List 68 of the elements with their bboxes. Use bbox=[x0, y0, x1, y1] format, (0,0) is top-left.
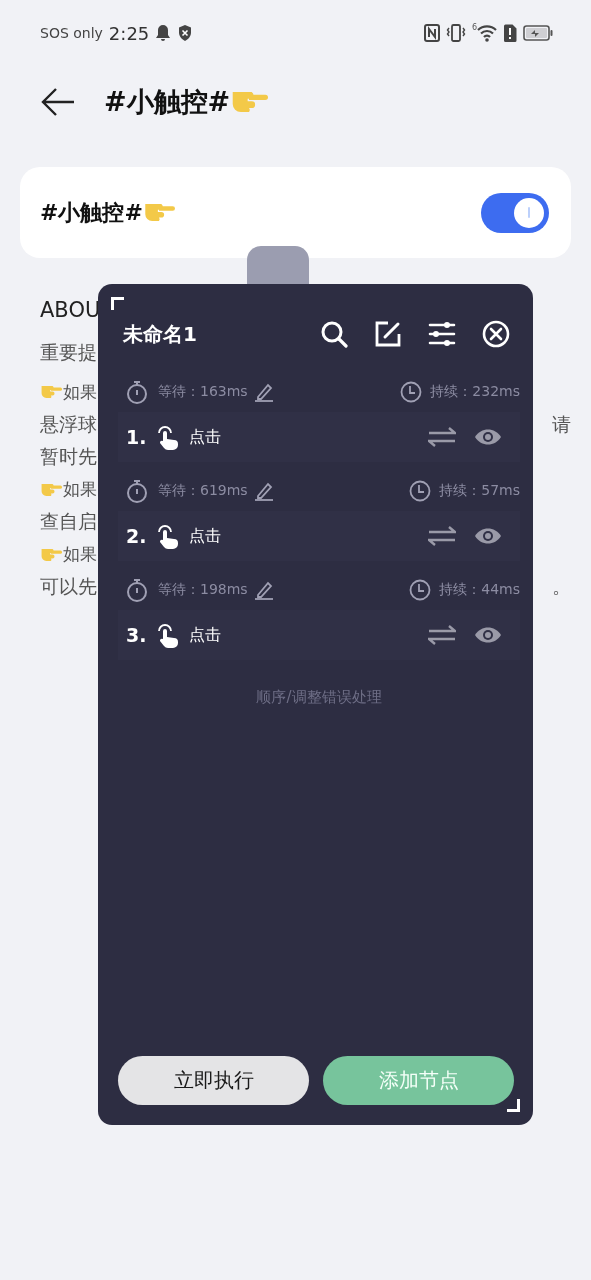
action-label: 点击 bbox=[189, 525, 221, 547]
page-title: #小触控# bbox=[104, 85, 231, 119]
toggle-switch[interactable] bbox=[481, 192, 549, 233]
action-label: 点击 bbox=[189, 624, 221, 646]
eye-icon[interactable] bbox=[474, 427, 502, 447]
sim-alert-icon bbox=[503, 24, 517, 42]
vibrate-icon bbox=[445, 23, 466, 43]
swap-icon[interactable] bbox=[428, 525, 456, 547]
wait-time: 等待：198ms bbox=[158, 581, 248, 599]
notice-text: 如果 bbox=[63, 380, 97, 404]
nfc-icon bbox=[423, 24, 440, 42]
notice-text: 悬浮球 bbox=[40, 411, 97, 437]
node-index: 1. bbox=[126, 426, 148, 448]
eye-icon[interactable] bbox=[474, 625, 502, 645]
wait-time: 等待：163ms bbox=[158, 383, 248, 401]
notice-text: 暂时先 bbox=[40, 444, 97, 470]
battery-icon bbox=[523, 25, 553, 41]
sliders-icon[interactable] bbox=[428, 320, 456, 348]
tap-hand-icon bbox=[155, 424, 181, 450]
eye-icon[interactable] bbox=[474, 526, 502, 546]
duration-time: 持续：44ms bbox=[439, 581, 520, 599]
corner-handle-icon[interactable] bbox=[111, 297, 124, 310]
edit-icon[interactable] bbox=[374, 320, 402, 348]
bell-icon bbox=[155, 24, 172, 42]
duration-time: 持续：57ms bbox=[439, 482, 520, 500]
stopwatch-icon bbox=[126, 578, 148, 602]
close-icon[interactable] bbox=[482, 320, 510, 348]
network-type-label: 6 bbox=[471, 24, 477, 32]
action-label: 点击 bbox=[189, 426, 221, 448]
notice-text: 请 bbox=[552, 411, 571, 437]
swap-icon[interactable] bbox=[428, 426, 456, 448]
clock-icon bbox=[409, 480, 432, 502]
corner-handle-icon[interactable] bbox=[507, 1099, 520, 1112]
shield-icon bbox=[177, 24, 194, 42]
notice-text: 查自启 bbox=[40, 509, 97, 535]
notice-text: 重要提 bbox=[40, 340, 97, 365]
wifi-icon bbox=[477, 24, 497, 42]
notice-text: 如果 bbox=[63, 543, 97, 567]
swap-icon[interactable] bbox=[428, 624, 456, 646]
pencil-icon[interactable] bbox=[253, 382, 274, 402]
node-row[interactable]: 3. 点击 bbox=[118, 610, 520, 660]
wait-time: 等待：619ms bbox=[158, 482, 248, 500]
stopwatch-icon bbox=[126, 479, 148, 503]
node-row[interactable]: 2. 点击 bbox=[118, 511, 520, 561]
tap-hand-icon bbox=[155, 622, 181, 648]
clock-icon bbox=[400, 381, 423, 403]
clock-time: 2:25 bbox=[108, 22, 150, 44]
duration-time: 持续：232ms bbox=[430, 383, 520, 401]
pointing-hand-icon bbox=[142, 204, 175, 221]
script-title: 未命名1 bbox=[123, 320, 197, 348]
pencil-icon[interactable] bbox=[253, 481, 274, 501]
search-icon[interactable] bbox=[320, 320, 348, 348]
carrier-text: SOS only bbox=[40, 25, 103, 41]
notice-text: 如果 bbox=[63, 478, 97, 502]
run-button[interactable]: 立即执行 bbox=[118, 1056, 309, 1105]
pointing-hand-icon bbox=[230, 92, 269, 112]
notice-text: 可以先 bbox=[40, 574, 97, 600]
back-arrow-icon[interactable] bbox=[40, 87, 76, 117]
node-index: 3. bbox=[126, 624, 148, 646]
tap-hand-icon bbox=[155, 523, 181, 549]
stopwatch-icon bbox=[126, 380, 148, 404]
pencil-icon[interactable] bbox=[253, 580, 274, 600]
node-index: 2. bbox=[126, 525, 148, 547]
clock-icon bbox=[409, 579, 432, 601]
node-row[interactable]: 1. 点击 bbox=[118, 412, 520, 462]
section-heading: ABOU bbox=[40, 298, 101, 324]
toggle-label: #小触控# bbox=[40, 198, 143, 227]
notice-text: 。 bbox=[552, 574, 571, 600]
